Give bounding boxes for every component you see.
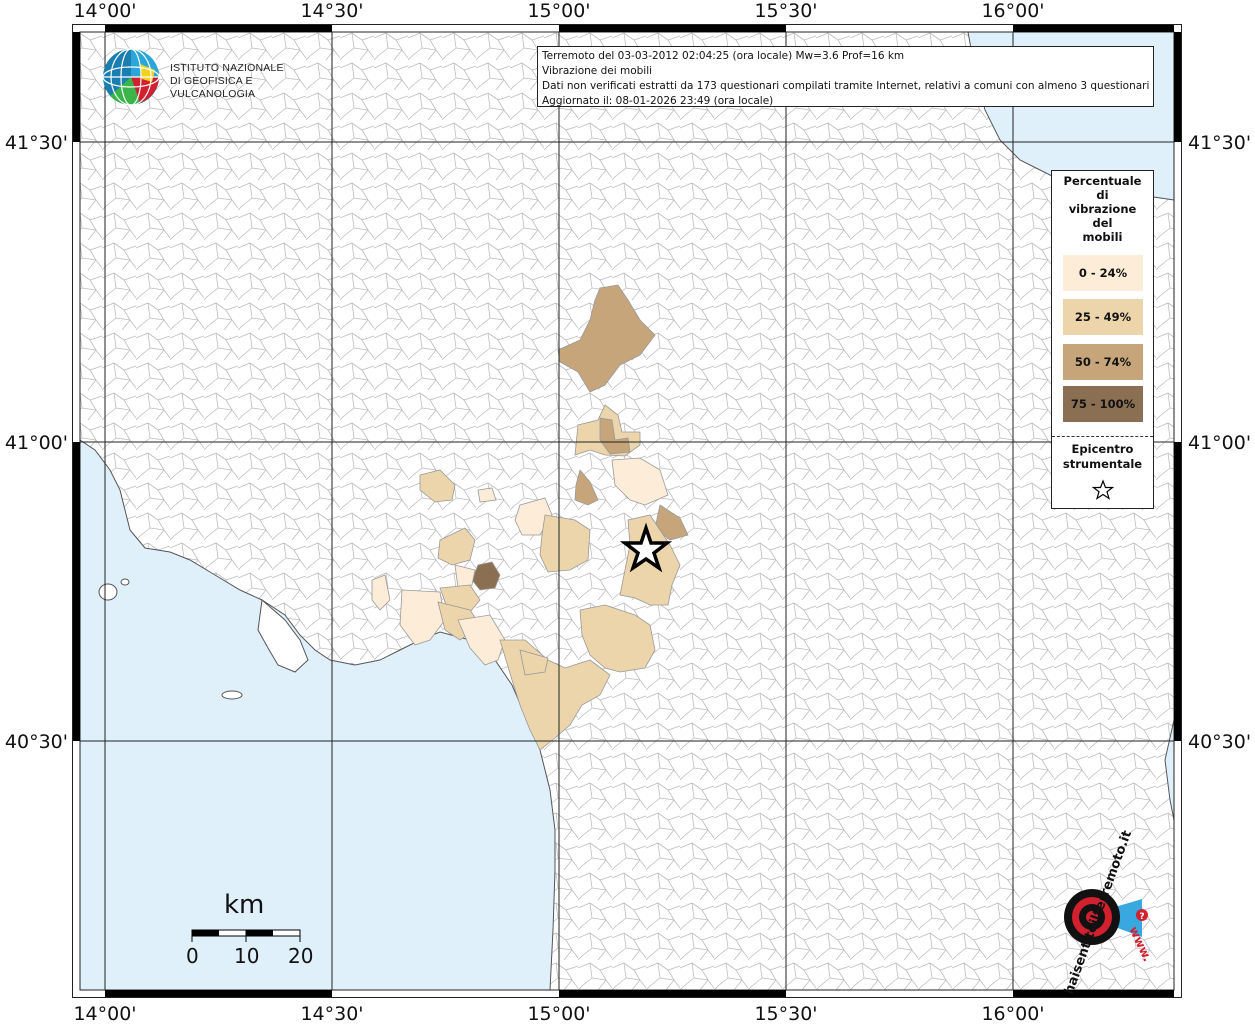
legend-title-line: mobili bbox=[1082, 230, 1123, 244]
lat-label: 40°30' bbox=[1188, 731, 1251, 753]
ingv-line1: ISTITUTO NAZIONALE bbox=[170, 62, 284, 74]
lon-label: 14°00' bbox=[73, 1003, 136, 1024]
lon-labels-top: 14°00' 14°30' 15°00' 15°30' 16°00' bbox=[73, 0, 1044, 22]
legend-title: Percentuale di vibrazione del mobili bbox=[1052, 174, 1153, 244]
lon-label: 15°00' bbox=[527, 0, 590, 22]
ingv-logo: ISTITUTO NAZIONALE DI GEOFISICA E VULCAN… bbox=[100, 46, 320, 110]
info-disclaimer: Dati non verificati estratti da 173 ques… bbox=[542, 80, 1149, 92]
legend-title-line: vibrazione bbox=[1068, 202, 1137, 216]
legend-epicenter-line: strumentale bbox=[1062, 457, 1143, 471]
info-updated: Aggiornato il: 08-01-2026 23:49 (ora loc… bbox=[542, 95, 774, 107]
lon-label: 16°00' bbox=[981, 1003, 1044, 1024]
legend-title-line: del bbox=[1092, 216, 1113, 230]
lon-labels-bottom: 14°00' 14°30' 15°00' 15°30' 16°00' bbox=[73, 1003, 1044, 1024]
lat-label: 40°30' bbox=[5, 731, 68, 753]
legend-item-50-74: 50 - 74% bbox=[1063, 344, 1143, 380]
scale-tick-0: 0 bbox=[186, 944, 199, 968]
lon-label: 15°00' bbox=[527, 1003, 590, 1024]
earthquake-info-box: Terremoto del 03-03-2012 02:04:25 (ora l… bbox=[537, 46, 1154, 107]
legend: Percentuale di vibrazione del mobili 0 -… bbox=[1051, 170, 1154, 509]
scale-bar: km 0 10 20 bbox=[180, 890, 330, 980]
legend-title-line: Percentuale bbox=[1063, 174, 1142, 188]
legend-item-0-24: 0 - 24% bbox=[1063, 255, 1143, 291]
legend-divider bbox=[1052, 436, 1153, 437]
legend-epicenter-label: Epicentro strumentale bbox=[1052, 442, 1153, 472]
scale-unit: km bbox=[224, 890, 265, 920]
ingv-globe-icon bbox=[102, 48, 160, 106]
lon-label: 16°00' bbox=[981, 0, 1044, 22]
scale-tick-20: 20 bbox=[288, 944, 314, 968]
legend-epicenter-line: Epicentro bbox=[1071, 442, 1134, 456]
lat-label: 41°30' bbox=[1188, 132, 1251, 154]
ischia-island bbox=[98, 583, 118, 601]
star-icon bbox=[1092, 479, 1114, 500]
lat-labels-right: 41°30' 41°00' 40°30' bbox=[1188, 132, 1251, 753]
lon-label: 15°30' bbox=[754, 1003, 817, 1024]
scale-tick-10: 10 bbox=[234, 944, 260, 968]
lon-label: 14°00' bbox=[73, 0, 136, 22]
legend-title-line: di bbox=[1096, 188, 1109, 202]
lat-label: 41°00' bbox=[1188, 432, 1251, 454]
info-event: Terremoto del 03-03-2012 02:04:25 (ora l… bbox=[542, 50, 905, 62]
lon-label: 14°30' bbox=[300, 0, 363, 22]
ingv-line2: DI GEOFISICA E VULCANOLOGIA bbox=[170, 75, 256, 100]
legend-item-75-100: 75 - 100% bbox=[1063, 386, 1143, 422]
lat-label: 41°00' bbox=[5, 432, 68, 454]
lon-label: 14°30' bbox=[300, 1003, 363, 1024]
lat-labels-left: 41°30' 41°00' 40°30' bbox=[5, 132, 68, 753]
hsi-logo: ? haisentitoilterremoto.it www. bbox=[1030, 829, 1170, 997]
legend-item-25-49: 25 - 49% bbox=[1063, 299, 1143, 335]
info-parameter: Vibrazione dei mobili bbox=[542, 65, 653, 77]
lon-label: 15°30' bbox=[754, 0, 817, 22]
svg-text:?: ? bbox=[1139, 912, 1144, 922]
lat-label: 41°30' bbox=[5, 132, 68, 154]
capri-island bbox=[221, 690, 243, 700]
